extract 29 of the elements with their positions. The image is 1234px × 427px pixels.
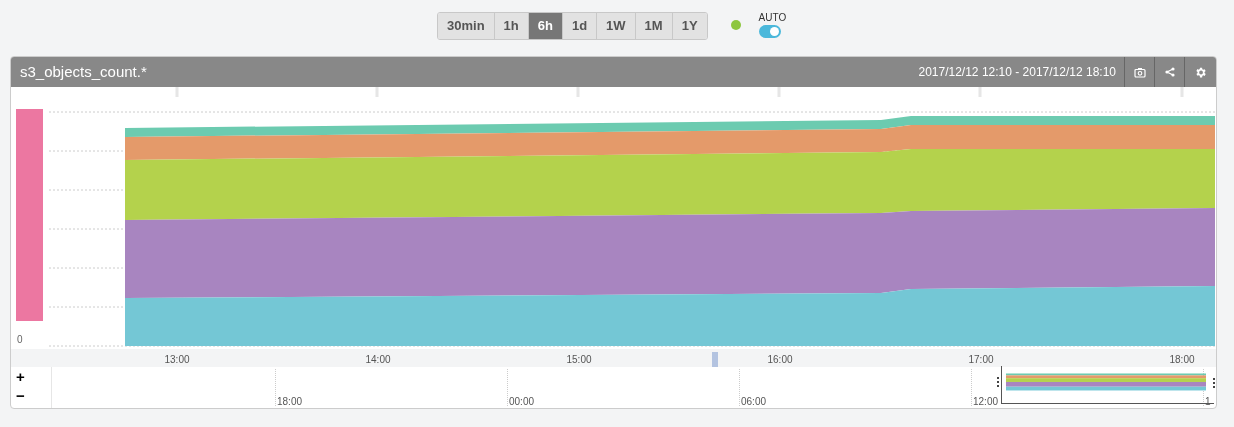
navigator-time-label: 00:00 bbox=[509, 395, 535, 408]
drag-handle-icon[interactable] bbox=[1213, 378, 1215, 388]
x-axis-label: 16:00 bbox=[767, 353, 793, 367]
time-range-tab[interactable]: 30min bbox=[438, 13, 494, 39]
time-range-tab[interactable]: 1Y bbox=[671, 13, 707, 39]
x-axis-label: 14:00 bbox=[365, 353, 391, 367]
time-range-tab[interactable]: 6h bbox=[527, 13, 562, 39]
x-axis-label: 17:00 bbox=[968, 353, 994, 367]
navigator-time-label: 06:00 bbox=[741, 395, 767, 408]
auto-label: AUTO bbox=[758, 12, 787, 24]
auto-toggle[interactable] bbox=[758, 25, 781, 38]
navigator-time-label: 18:00 bbox=[277, 395, 303, 408]
y-axis-label: 0 bbox=[17, 334, 23, 346]
time-range-tab[interactable]: 1W bbox=[596, 13, 635, 39]
panel-title: s3_objects_count.* bbox=[20, 61, 147, 82]
navigator-time-label: 12:00 bbox=[973, 395, 999, 408]
x-axis-label: 13:00 bbox=[164, 353, 190, 367]
range-handle[interactable] bbox=[712, 352, 718, 367]
drag-handle-icon[interactable] bbox=[997, 377, 999, 387]
zoom-out-button[interactable]: − bbox=[16, 388, 25, 404]
zoom-in-button[interactable]: + bbox=[16, 369, 25, 385]
time-range-tab[interactable]: 1d bbox=[561, 13, 597, 39]
time-range-tab[interactable]: 1M bbox=[634, 13, 672, 39]
x-axis-label: 18:00 bbox=[1169, 353, 1195, 367]
navigator-selection[interactable] bbox=[1001, 366, 1214, 404]
navigator-time-label: 1 bbox=[1205, 395, 1211, 408]
time-range: 2017/12/12 12:10 - 2017/12/12 18:10 bbox=[918, 64, 1116, 81]
time-range-tab[interactable]: 1h bbox=[493, 13, 528, 39]
x-axis-label: 15:00 bbox=[566, 353, 592, 367]
